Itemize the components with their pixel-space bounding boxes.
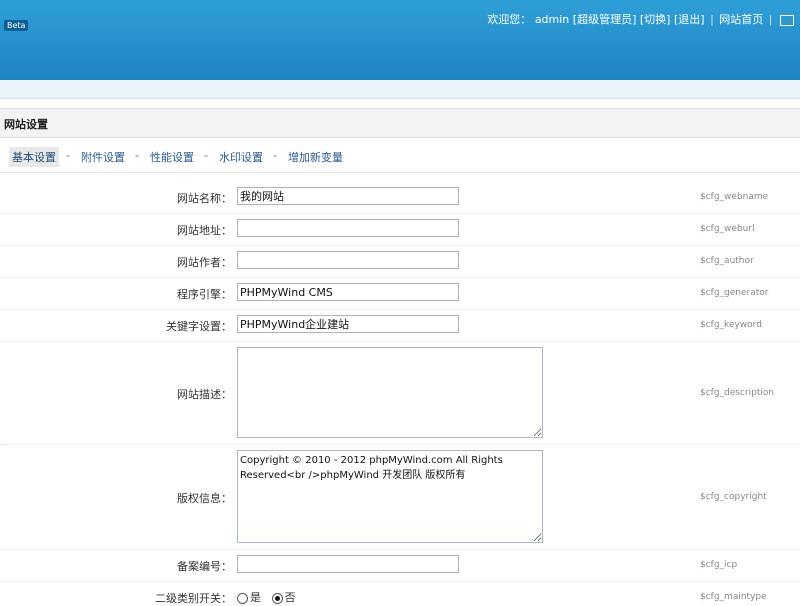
field-label: 网站地址：	[177, 224, 232, 237]
field-label: 程序引擎：	[177, 288, 232, 301]
settings-tabs: 基本设置 - 附件设置 - 性能设置 - 水印设置 - 增加新变量	[0, 140, 800, 173]
site-home-link[interactable]: 网站首页	[719, 13, 763, 26]
welcome-text: 欢迎您：	[487, 13, 532, 26]
description-textarea[interactable]	[237, 347, 543, 438]
monitor-icon[interactable]	[780, 14, 794, 26]
role-link[interactable]: [超级管理员]	[573, 13, 637, 26]
field-label: 二级类别开关：	[155, 592, 232, 605]
variable-name: $cfg_author	[700, 256, 754, 266]
variable-name: $cfg_description	[700, 388, 775, 398]
username-link[interactable]: admin	[535, 13, 569, 26]
variable-name: $cfg_generator	[700, 288, 769, 298]
section-titlebar: 网站设置	[0, 108, 800, 138]
field-label: 网站描述：	[177, 388, 232, 401]
field-row-weburl: 网站地址： $cfg_weburl	[0, 213, 800, 246]
field-row-keyword: 关键字设置： $cfg_keyword	[0, 309, 800, 342]
field-label: 备案编号：	[177, 560, 232, 573]
switch-link[interactable]: [切换]	[640, 13, 671, 26]
tab-attachment-settings[interactable]: 附件设置	[78, 147, 128, 167]
icp-input[interactable]	[237, 555, 459, 573]
tab-add-variable[interactable]: 增加新变量	[285, 147, 346, 167]
field-row-maintype: 二级类别开关： 是 否 $cfg_maintype	[0, 581, 800, 605]
field-row-author: 网站作者： $cfg_author	[0, 245, 800, 278]
field-label: 版权信息：	[177, 492, 232, 505]
tab-basic-settings[interactable]: 基本设置	[9, 147, 59, 167]
webname-input[interactable]	[237, 187, 459, 205]
variable-name: $cfg_maintype	[700, 592, 767, 602]
field-row-icp: 备案编号： $cfg_icp	[0, 549, 800, 582]
radio-yes-label: 是	[250, 591, 261, 604]
tab-performance-settings[interactable]: 性能设置	[147, 147, 197, 167]
page-title: 网站设置	[4, 118, 48, 131]
weburl-input[interactable]	[237, 219, 459, 237]
tab-separator: -	[273, 149, 277, 162]
variable-name: $cfg_keyword	[700, 320, 762, 330]
top-nav: 欢迎您： admin [超级管理员] [切换] [退出] | 网站首页 |	[487, 11, 794, 27]
copyright-textarea[interactable]	[237, 450, 543, 543]
field-row-webname: 网站名称： $cfg_webname	[0, 181, 800, 214]
radio-yes[interactable]	[237, 592, 248, 604]
field-row-generator: 程序引擎： $cfg_generator	[0, 277, 800, 310]
field-row-copyright: 版权信息： $cfg_copyright	[0, 444, 800, 550]
field-row-description: 网站描述： $cfg_description	[0, 341, 800, 445]
app-header: Beta 欢迎您： admin [超级管理员] [切换] [退出] | 网站首页…	[0, 0, 800, 80]
beta-badge: Beta	[4, 20, 29, 31]
maintype-radio-group: 是 否	[237, 589, 296, 605]
nav-separator: |	[710, 13, 714, 26]
variable-name: $cfg_weburl	[700, 224, 755, 234]
tab-separator: -	[204, 149, 208, 162]
tab-separator: -	[135, 149, 139, 162]
field-label: 网站作者：	[177, 256, 232, 269]
radio-no-label: 否	[284, 591, 296, 604]
variable-name: $cfg_icp	[700, 560, 738, 570]
logout-link[interactable]: [退出]	[674, 13, 705, 26]
field-label: 关键字设置：	[166, 320, 232, 333]
variable-name: $cfg_copyright	[700, 492, 767, 502]
generator-input[interactable]	[237, 283, 459, 301]
radio-no[interactable]	[271, 592, 283, 604]
tab-separator: -	[66, 149, 70, 162]
nav-separator-2: |	[768, 13, 773, 26]
author-input[interactable]	[237, 251, 459, 269]
tab-watermark-settings[interactable]: 水印设置	[216, 147, 266, 167]
header-strip	[0, 80, 800, 99]
field-label: 网站名称：	[177, 192, 232, 205]
keyword-input[interactable]	[237, 315, 459, 333]
variable-name: $cfg_webname	[700, 192, 769, 202]
